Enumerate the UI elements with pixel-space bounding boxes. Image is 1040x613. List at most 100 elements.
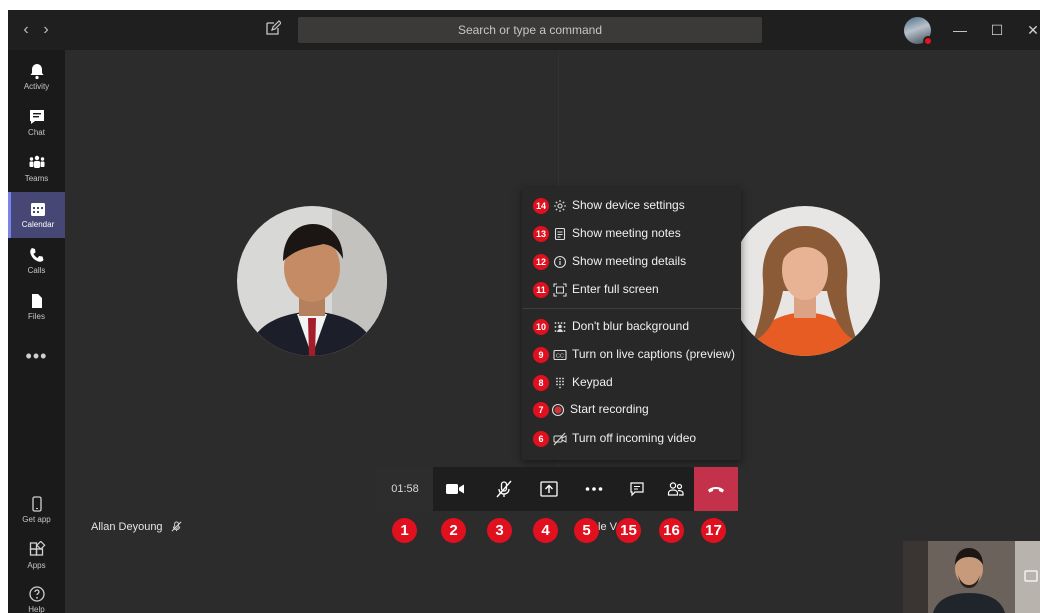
hang-up-button[interactable] [694,467,738,511]
menu-item-device-settings[interactable]: 14 Show device settings [522,193,741,219]
camera-button[interactable] [433,467,477,511]
menu-item-keypad[interactable]: 8 Keypad [522,370,741,396]
menu-label: Show meeting details [572,254,687,268]
rail-item-calls[interactable]: Calls [8,238,65,284]
call-controls-bar: 01:58 [377,467,738,511]
more-options-menu: 14 Show device settings 13 Show meeting … [522,188,741,460]
chat-button[interactable] [617,467,657,511]
participants-button[interactable] [658,467,694,511]
number-badge: 15 [616,518,641,543]
participant-avatar-right [730,206,880,356]
rail-item-calendar[interactable]: Calendar [8,192,65,238]
hang-up-icon [708,487,724,493]
phone-icon [29,248,43,262]
menu-item-meeting-details[interactable]: 12 Show meeting details [522,249,741,275]
menu-item-blur-background[interactable]: 10 Don't blur background [522,314,741,340]
share-button[interactable] [527,467,571,511]
self-video-preview[interactable] [903,541,1040,613]
rail-label: Help [28,605,45,613]
participant-name-right: le V [598,521,617,533]
fullscreen-icon [553,283,567,297]
back-button[interactable]: ‹ [18,21,34,39]
calendar-icon [31,203,45,216]
minimize-button[interactable]: — [950,20,970,40]
number-badge: 1 [392,518,417,543]
rail-label: Get app [22,515,51,524]
close-button[interactable]: ✕ [1023,20,1040,40]
menu-item-incoming-video[interactable]: 6 Turn off incoming video [522,426,741,452]
menu-label: Keypad [572,375,613,389]
file-icon [31,294,42,308]
rail-label: Calendar [21,220,55,229]
menu-label: Show device settings [572,198,685,212]
number-badge: 14 [533,198,549,214]
call-timer: 01:58 [377,467,433,511]
more-icon [585,487,603,491]
number-badge: 6 [533,431,549,447]
number-badge: 4 [533,518,558,543]
menu-label: Turn off incoming video [572,431,697,445]
teams-icon [29,155,44,168]
number-badge: 12 [533,254,549,270]
video-off-icon [553,432,567,446]
more-options-button[interactable] [572,467,616,511]
chat-icon [630,482,644,497]
menu-item-meeting-notes[interactable]: 13 Show meeting notes [522,221,741,247]
mic-off-icon [171,521,182,532]
compose-icon[interactable] [265,20,283,38]
rail-item-help[interactable]: Help [8,577,65,613]
search-input[interactable]: Search or type a command [298,17,762,43]
status-dot [923,36,933,46]
participant-avatar-left [237,206,387,356]
mic-off-icon [496,480,512,498]
number-badge: 5 [574,518,599,543]
help-icon [28,586,45,602]
rail-label: Apps [27,561,46,570]
menu-item-full-screen[interactable]: 11 Enter full screen [522,277,741,303]
profile-avatar[interactable] [904,17,933,46]
rail-label: Teams [24,174,49,183]
mic-button[interactable] [482,467,526,511]
number-badge: 2 [441,518,466,543]
rail-item-apps[interactable]: Apps [8,533,65,579]
share-screen-icon [540,481,558,497]
bell-icon [30,64,43,80]
menu-label: Show meeting notes [572,226,681,240]
teams-window: ‹ › Search or type a command — ☐ ✕ Activ… [8,10,1040,613]
record-icon [551,403,565,417]
rail-item-activity[interactable]: Activity [8,54,65,100]
rail-item-chat[interactable]: Chat [8,100,65,146]
gear-icon [554,200,566,212]
rail-label: Files [28,312,45,321]
participant-name: Allan Deyoung [91,521,163,533]
number-badge: 9 [533,347,549,363]
rail-item-files[interactable]: Files [8,284,65,330]
title-bar: ‹ › Search or type a command — ☐ ✕ [8,10,1040,50]
maximize-button[interactable]: ☐ [987,20,1007,40]
keypad-icon [556,377,564,389]
menu-divider [522,308,741,309]
number-badge: 13 [533,226,549,242]
forward-button[interactable]: › [38,21,54,39]
menu-item-start-recording[interactable]: 7 Start recording [522,397,741,423]
rail-item-get-app[interactable]: Get app [8,487,65,533]
svg-text:CC: CC [556,353,564,359]
rail-item-teams[interactable]: Teams [8,146,65,192]
rail-label: Activity [23,82,50,91]
captions-icon: CC [553,349,567,361]
number-badge: 16 [659,518,684,543]
more-apps-button[interactable]: ••• [8,346,65,367]
number-badge: 17 [701,518,726,543]
number-badge: 10 [533,319,549,335]
menu-label: Don't blur background [572,319,690,333]
camera-icon [446,484,464,494]
app-rail: Activity Chat Teams Calendar Calls Files… [8,50,65,613]
menu-label: Start recording [570,402,649,416]
chat-icon [29,110,44,124]
number-badge: 3 [487,518,512,543]
menu-label: Enter full screen [572,282,659,296]
rail-label: Chat [28,128,45,137]
info-icon [553,255,567,269]
number-badge: 11 [533,282,549,298]
menu-item-live-captions[interactable]: 9 CC Turn on live captions (preview) [522,342,741,368]
